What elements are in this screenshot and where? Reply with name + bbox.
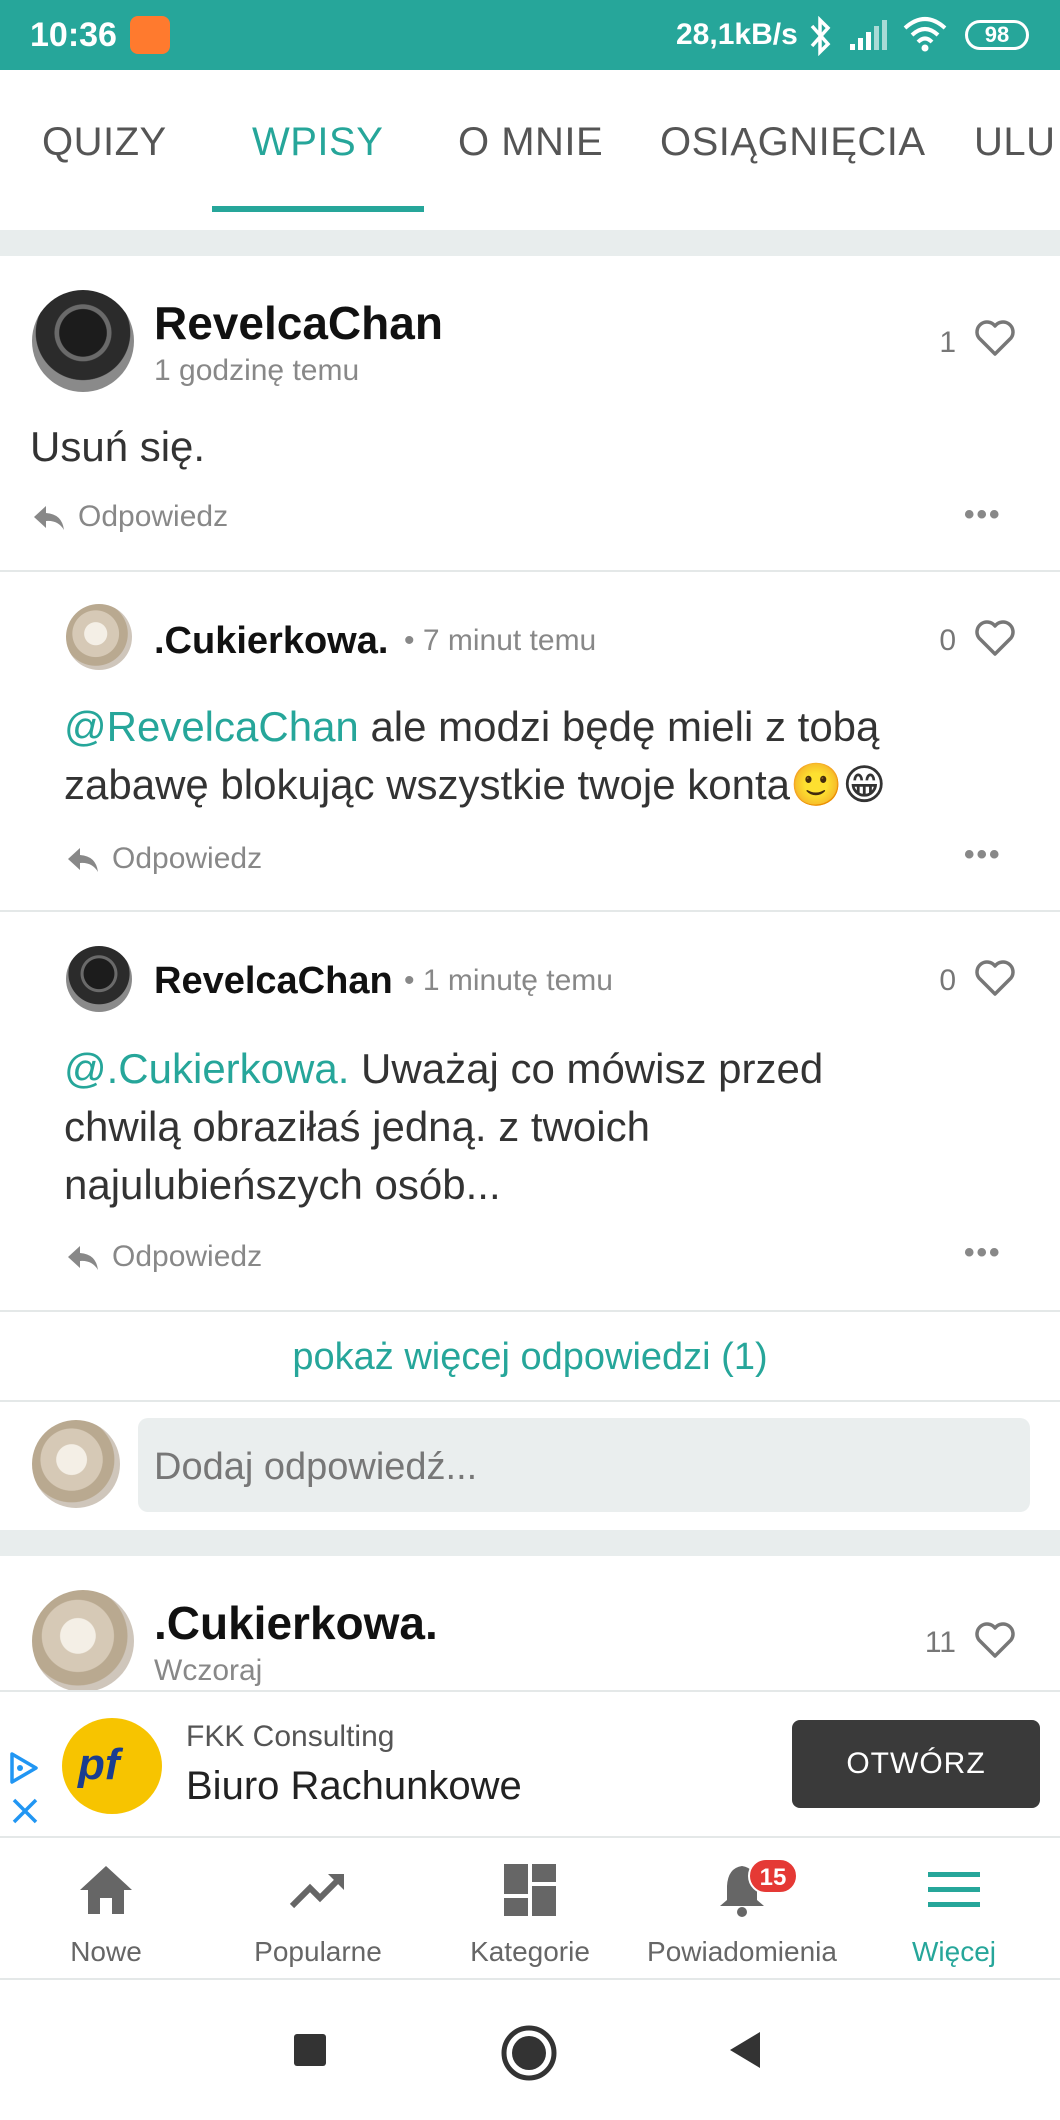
heart-icon[interactable] [974, 618, 1016, 658]
reply-author[interactable]: RevelcaChan [154, 960, 393, 1003]
bluetooth-icon [810, 16, 831, 56]
reply-label: Odpowiedz [112, 842, 263, 875]
home-icon [80, 1866, 132, 1914]
avatar[interactable] [66, 946, 132, 1012]
tab-quizy[interactable]: QUIZY [42, 120, 167, 165]
reply-icon [68, 1246, 98, 1271]
recent-apps-icon[interactable] [292, 2032, 328, 2068]
mention-link[interactable]: @.Cukierkowa. [64, 1045, 349, 1092]
post-text: Usuń się. [30, 423, 206, 470]
dashboard-icon [504, 1864, 556, 1916]
post-author[interactable]: RevelcaChan [154, 296, 443, 350]
like-count: 11 [924, 1626, 956, 1659]
advertiser-logo: pf [62, 1718, 162, 1814]
tab-wpisy[interactable]: WPISY [252, 120, 383, 165]
reply-button[interactable]: Odpowiedz [66, 842, 262, 876]
nav-item-popularne[interactable]: Popularne [212, 1838, 424, 1980]
like-count: 1 [939, 326, 956, 359]
wifi-icon [903, 17, 947, 52]
active-tab-indicator [212, 206, 424, 212]
ad-banner[interactable]: pf FKK Consulting Biuro Rachunkowe OTWÓR… [0, 1690, 1060, 1838]
nav-item-wiecej[interactable]: Więcej [848, 1838, 1060, 1980]
reply-author[interactable]: .Cukierkowa. [154, 620, 388, 663]
status-time: 10:36 [30, 16, 117, 54]
network-speed: 28,1kB/s [676, 18, 798, 51]
adchoices-icon[interactable] [6, 1750, 42, 1786]
divider [0, 1310, 1060, 1312]
avatar[interactable] [32, 1590, 134, 1692]
divider [0, 1400, 1060, 1402]
home-button-icon[interactable] [500, 2024, 558, 2082]
avatar[interactable] [32, 290, 134, 392]
reply-time: • 7 minut temu [404, 624, 597, 657]
post-time: Wczoraj [154, 1654, 263, 1687]
mention-link[interactable]: @RevelcaChan [64, 703, 359, 750]
tab-osiagniecia[interactable]: OSIĄGNIĘCIA [660, 120, 926, 165]
divider [0, 570, 1060, 572]
reply-button[interactable]: Odpowiedz [66, 1240, 262, 1274]
section-divider [0, 230, 1060, 256]
menu-icon [928, 1872, 980, 1907]
reply-input[interactable]: Dodaj odpowiedź... [138, 1418, 1030, 1512]
nav-label: Popularne [254, 1936, 382, 1967]
back-button-icon[interactable] [726, 2030, 764, 2070]
notification-app-icon [130, 16, 170, 54]
signal-icon [850, 20, 887, 50]
status-bar: 10:36 28,1kB/s 98 [0, 0, 1060, 70]
nav-label: Powiadomienia [647, 1936, 837, 1967]
post-author[interactable]: .Cukierkowa. [154, 1596, 438, 1650]
nav-item-powiadomienia[interactable]: 15 Powiadomienia [636, 1838, 848, 1980]
ad-title: Biuro Rachunkowe [186, 1764, 522, 1808]
like-count: 0 [939, 964, 956, 997]
reply-label: Odpowiedz [78, 500, 229, 533]
heart-icon[interactable] [974, 958, 1016, 998]
system-navigation-bar [0, 1982, 1060, 2120]
reply-text: @.Cukierkowa. Uważaj co mówisz przed chw… [64, 1040, 914, 1214]
divider [0, 910, 1060, 912]
like-count: 0 [939, 624, 956, 657]
avatar [32, 1420, 120, 1508]
nav-label: Nowe [70, 1936, 142, 1967]
reply-text: @RevelcaChan ale modzi będę mieli z tobą… [64, 698, 1024, 814]
nav-label: Więcej [911, 1936, 996, 1967]
avatar[interactable] [66, 604, 132, 670]
reply-button[interactable]: Odpowiedz [32, 500, 228, 534]
battery-indicator: 98 [965, 20, 1029, 50]
tab-o-mnie[interactable]: O MNIE [458, 120, 603, 165]
more-options-icon[interactable]: ••• [964, 1236, 1002, 1270]
profile-tabs: QUIZY WPISY O MNIE OSIĄGNIĘCIA ULU [0, 70, 1060, 230]
show-more-replies-link[interactable]: pokaż więcej odpowiedzi (1) [0, 1336, 1060, 1379]
ad-open-button[interactable]: OTWÓRZ [792, 1720, 1040, 1808]
reply-time: • 1 minutę temu [404, 964, 613, 997]
ad-sponsor: FKK Consulting [186, 1720, 395, 1753]
reply-label: Odpowiedz [112, 1240, 263, 1273]
bottom-navigation: Nowe Popularne Kategorie 15 Powiadomieni… [0, 1838, 1060, 1980]
heart-icon[interactable] [974, 1620, 1016, 1660]
trending-icon [289, 1874, 344, 1909]
post-time: 1 godzinę temu [154, 354, 360, 387]
heart-icon[interactable] [974, 318, 1016, 358]
notification-badge: 15 [748, 1858, 798, 1894]
nav-item-kategorie[interactable]: Kategorie [424, 1838, 636, 1980]
reply-icon [68, 848, 98, 873]
nav-label: Kategorie [470, 1936, 590, 1967]
nav-item-nowe[interactable]: Nowe [0, 1838, 212, 1980]
tab-ulubione[interactable]: ULU [974, 120, 1056, 165]
close-ad-icon[interactable] [8, 1794, 42, 1828]
more-options-icon[interactable]: ••• [964, 838, 1002, 872]
reply-icon [34, 506, 64, 531]
section-divider [0, 1530, 1060, 1556]
more-options-icon[interactable]: ••• [964, 498, 1002, 532]
